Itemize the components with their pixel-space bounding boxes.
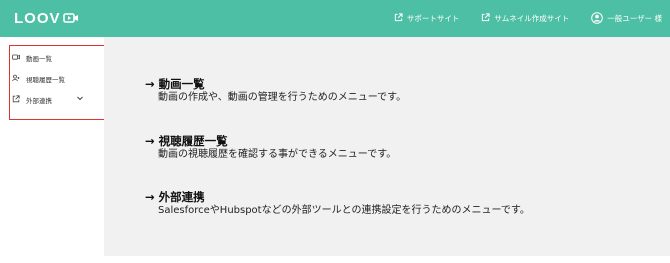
user-add-icon — [12, 74, 20, 84]
section-title: → 外部連携 — [145, 190, 205, 204]
section-title: → 視聴履歴一覧 — [145, 134, 228, 148]
section-title: → 動画一覧 — [145, 77, 205, 91]
thumbnail-site-link[interactable]: サムネイル作成サイト — [481, 13, 569, 24]
user-name: 一般ユーザー 様 — [607, 14, 662, 23]
user-circle-icon — [591, 11, 604, 26]
section-integrations: → 外部連携 SalesforceやHubspotなどの外部ツールとの連携設定を… — [145, 190, 530, 217]
header-links: サポートサイト サムネイル作成サイト 一般ユーザー 様 — [372, 0, 662, 37]
chevron-down-icon[interactable] — [76, 94, 84, 104]
support-site-label: サポートサイト — [406, 14, 460, 23]
section-description: 動画の作成や、動画の管理を行うためのメニューです。 — [158, 92, 407, 103]
support-site-link[interactable]: サポートサイト — [394, 13, 460, 24]
sidebar-item-label: 外部連携 — [26, 97, 52, 105]
video-camera-icon — [62, 9, 79, 28]
loov-logo[interactable]: LOOV — [14, 9, 79, 28]
sidebar-item-integrations[interactable]: 外部連携 — [12, 95, 83, 105]
user-menu[interactable]: 一般ユーザー 様 — [591, 11, 662, 26]
main-content: → 動画一覧 動画の作成や、動画の管理を行うためのメニューです。 → 視聴履歴一… — [104, 37, 670, 256]
sidebar: 動画一覧 視聴履歴一覧 外部連携 — [0, 37, 105, 263]
top-header: LOOV サポートサイト サムネイル作成サイト 一般ユーザー 様 — [0, 0, 670, 37]
section-description: SalesforceやHubspotなどの外部ツールとの連携設定を行うためのメニ… — [158, 205, 530, 216]
logo-text: LOOV — [14, 10, 61, 27]
external-link-icon — [481, 13, 491, 24]
video-icon — [12, 53, 20, 63]
sidebar-item-label: 動画一覧 — [26, 55, 52, 63]
sidebar-item-videos[interactable]: 動画一覧 — [12, 53, 52, 63]
section-description: 動画の視聴履歴を確認する事ができるメニューです。 — [158, 149, 397, 160]
sidebar-item-label: 視聴履歴一覧 — [26, 76, 65, 84]
section-videos: → 動画一覧 動画の作成や、動画の管理を行うためのメニューです。 — [145, 77, 406, 104]
external-link-icon — [12, 95, 20, 105]
thumbnail-site-label: サムネイル作成サイト — [494, 14, 570, 23]
sidebar-item-history[interactable]: 視聴履歴一覧 — [12, 74, 65, 84]
external-link-icon — [394, 13, 403, 24]
section-history: → 視聴履歴一覧 動画の視聴履歴を確認する事ができるメニューです。 — [145, 134, 396, 161]
